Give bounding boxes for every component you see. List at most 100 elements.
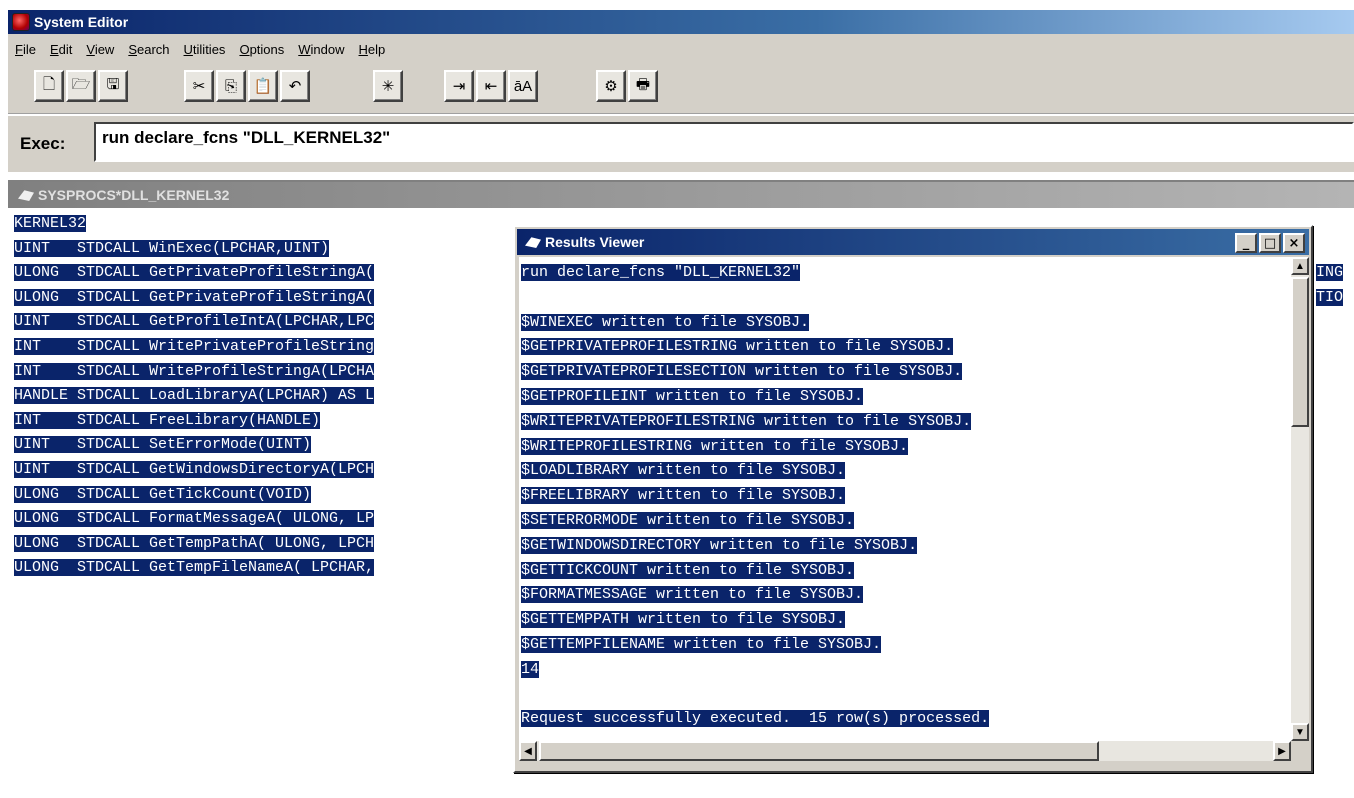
scroll-right-icon[interactable]: ▶ — [1273, 741, 1291, 761]
menu-edit[interactable]: Edit — [43, 42, 79, 57]
outdent-button[interactable]: ⇤ — [476, 70, 506, 102]
editor-line: INT STDCALL WriteProfileStringA(LPCHA — [14, 362, 375, 380]
menu-utilities[interactable]: Utilities — [177, 42, 233, 57]
preview-icon: ⚙ — [604, 78, 618, 95]
window-title: System Editor — [34, 14, 129, 30]
results-line: Request successfully executed. 15 row(s)… — [521, 710, 990, 728]
toolbar-edit-group: ✂ ⎘ 📋 ↶ — [184, 70, 312, 104]
results-line: $FORMATMESSAGE written to file SYSOBJ. — [521, 586, 864, 604]
results-window-icon — [525, 237, 541, 248]
cut-button[interactable]: ✂ — [184, 70, 214, 102]
results-line: $GETPRIVATEPROFILESECTION written to fil… — [521, 363, 963, 381]
results-line: $GETPROFILEINT written to file SYSOBJ. — [521, 387, 864, 405]
case-toggle-icon: āA — [513, 77, 533, 95]
scissors-icon: ✂ — [192, 78, 206, 95]
menu-search[interactable]: Search — [121, 42, 176, 57]
menu-help[interactable]: Help — [352, 42, 393, 57]
results-line: $WINEXEC written to file SYSOBJ. — [521, 313, 810, 331]
editor-line: ULONG STDCALL FormatMessageA( ULONG, LP — [14, 510, 375, 528]
editor-overflow-text: TIO — [1316, 289, 1344, 306]
save-button[interactable]: 🖫 — [98, 70, 128, 102]
results-line: $GETTICKCOUNT written to file SYSOBJ. — [521, 561, 855, 579]
undo-icon: ↶ — [288, 78, 302, 95]
results-line: $WRITEPRIVATEPROFILESTRING written to fi… — [521, 412, 972, 430]
results-line: 14 — [521, 660, 540, 678]
results-line: $GETPRIVATEPROFILESTRING written to file… — [521, 338, 954, 356]
editor-line: ULONG STDCALL GetTickCount(VOID) — [14, 485, 312, 503]
menu-options[interactable]: Options — [232, 42, 291, 57]
uppercase-button[interactable]: āA — [508, 70, 538, 102]
scroll-up-icon[interactable]: ▲ — [1291, 257, 1309, 275]
results-line: $SETERRORMODE written to file SYSOBJ. — [521, 511, 855, 529]
minimize-button[interactable]: _ — [1235, 233, 1257, 253]
copy-button[interactable]: ⎘ — [216, 70, 246, 102]
editor-overflow-text: ING — [1316, 264, 1344, 281]
results-line: run declare_fcns "DLL_KERNEL32" — [521, 264, 801, 281]
printer-icon: 🖶 — [635, 75, 651, 93]
scroll-left-icon[interactable]: ◀ — [519, 741, 537, 761]
scroll-down-icon[interactable]: ▼ — [1291, 723, 1309, 741]
resize-grip-icon[interactable] — [1291, 741, 1309, 761]
new-file-button[interactable]: 🗋 — [34, 70, 64, 102]
open-folder-icon: 🗁 — [71, 75, 91, 93]
toolbar-file-group: 🗋 🗁 🖫 — [34, 70, 130, 104]
horizontal-scrollbar[interactable]: ◀ ▶ — [519, 741, 1291, 761]
title-bar[interactable]: System Editor — [8, 10, 1354, 34]
editor-line: ULONG STDCALL GetPrivateProfileStringA( — [14, 264, 375, 282]
horizontal-scroll-thumb[interactable] — [539, 741, 1099, 761]
results-title: Results Viewer — [545, 234, 645, 250]
print-button[interactable]: 🖶 — [628, 70, 658, 102]
editor-window-icon — [18, 190, 34, 201]
editor-line: INT STDCALL WritePrivateProfileString — [14, 337, 375, 355]
vertical-scroll-thumb[interactable] — [1291, 277, 1309, 427]
open-file-button[interactable]: 🗁 — [66, 70, 96, 102]
toolbar-format-group: ⇥ ⇤ āA — [444, 70, 540, 104]
sparkle-icon: ✳ — [381, 78, 395, 95]
indent-button[interactable]: ⇥ — [444, 70, 474, 102]
results-line: $GETWINDOWSDIRECTORY written to file SYS… — [521, 536, 918, 554]
toolbar-output-group: ⚙ 🖶 — [596, 70, 660, 104]
exec-bar: Exec: run declare_fcns "DLL_KERNEL32" — [8, 116, 1354, 172]
maximize-button[interactable]: □ — [1259, 233, 1281, 253]
indent-icon: ⇥ — [452, 78, 466, 95]
floppy-disk-icon: 🖫 — [106, 75, 120, 93]
execute-button[interactable]: ✳ — [373, 70, 403, 102]
preview-button[interactable]: ⚙ — [596, 70, 626, 102]
menu-bar: File Edit View Search Utilities Options Window… — [8, 34, 1354, 64]
results-text-pane[interactable]: run declare_fcns "DLL_KERNEL32" $WINEXEC … — [519, 257, 1291, 741]
editor-text-area[interactable]: KERNEL32 UINT STDCALL WinExec(LPCHAR,UINT… — [14, 212, 375, 581]
exec-label: Exec: — [20, 134, 66, 153]
editor-title-bar[interactable]: SYSPROCS*DLL_KERNEL32 — [8, 182, 1354, 208]
close-button[interactable]: × — [1283, 233, 1305, 253]
results-line: $FREELIBRARY written to file SYSOBJ. — [521, 487, 846, 505]
results-line — [521, 286, 989, 311]
menu-view[interactable]: View — [79, 42, 121, 57]
results-line: $GETTEMPFILENAME written to file SYSOBJ. — [521, 635, 882, 653]
results-title-bar[interactable]: Results Viewer _ □ × — [517, 229, 1309, 255]
menu-file[interactable]: File — [8, 42, 43, 57]
paste-button[interactable]: 📋 — [248, 70, 278, 102]
results-viewer-window[interactable]: Results Viewer _ □ × run declare_fcns "D… — [513, 225, 1313, 773]
vertical-scrollbar[interactable]: ▲ ▼ — [1291, 257, 1309, 741]
results-line: $GETTEMPPATH written to file SYSOBJ. — [521, 611, 846, 629]
editor-line: UINT STDCALL WinExec(LPCHAR,UINT) — [14, 239, 330, 257]
results-line — [521, 683, 989, 708]
editor-line: KERNEL32 — [14, 215, 87, 232]
editor-line: ULONG STDCALL GetTempFileNameA( LPCHAR, — [14, 559, 375, 577]
menu-window[interactable]: Window — [291, 42, 351, 57]
new-file-icon: 🗋 — [42, 75, 56, 93]
results-line: $LOADLIBRARY written to file SYSOBJ. — [521, 462, 846, 480]
toolbar-run-group: ✳ — [373, 70, 405, 104]
editor-line: UINT STDCALL GetProfileIntA(LPCHAR,LPC — [14, 313, 375, 331]
results-line: $WRITEPROFILESTRING written to file SYSO… — [521, 437, 909, 455]
copy-icon: ⎘ — [224, 77, 237, 95]
exec-input[interactable]: run declare_fcns "DLL_KERNEL32" — [94, 122, 1354, 162]
editor-line: HANDLE STDCALL LoadLibraryA(LPCHAR) AS L — [14, 387, 375, 405]
editor-line: INT STDCALL FreeLibrary(HANDLE) — [14, 411, 321, 429]
app-icon[interactable] — [12, 13, 30, 31]
clipboard-icon: 📋 — [253, 78, 273, 95]
editor-line: UINT STDCALL GetWindowsDirectoryA(LPCH — [14, 460, 375, 478]
editor-title: SYSPROCS*DLL_KERNEL32 — [38, 187, 230, 203]
toolbar: 🗋 🗁 🖫 ✂ ⎘ 📋 ↶ ✳ ⇥ ⇤ āA ⚙ 🖶 — [8, 64, 1354, 114]
undo-button[interactable]: ↶ — [280, 70, 310, 102]
